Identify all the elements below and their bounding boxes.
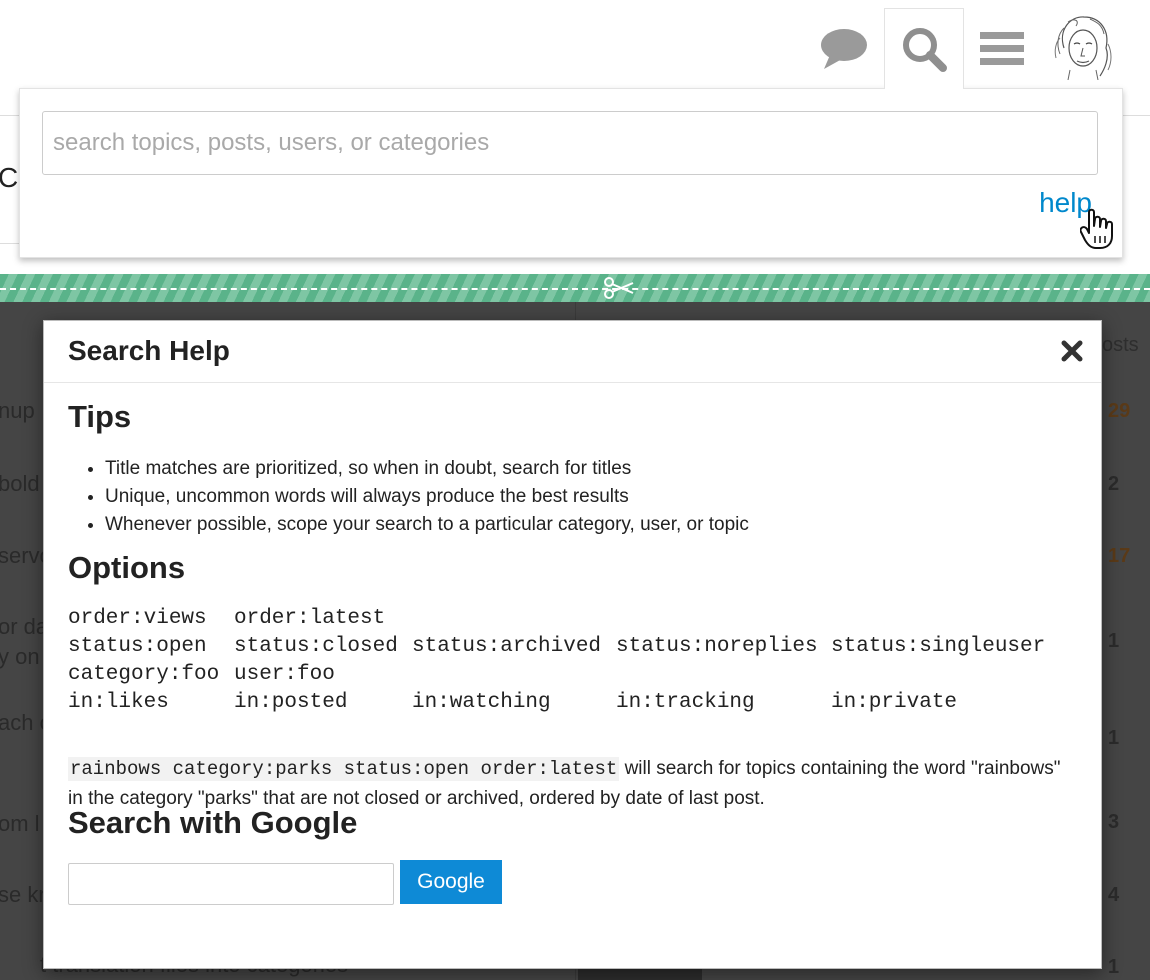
google-search-button[interactable]: Google bbox=[400, 860, 502, 904]
background-topic-fragment: bold bbox=[0, 471, 40, 496]
google-search-heading: Search with Google bbox=[68, 805, 358, 840]
search-option: in:likes bbox=[68, 691, 169, 714]
tips-list: Title matches are prioritized, so when i… bbox=[68, 455, 749, 539]
background-post-count: 1 bbox=[1108, 956, 1120, 978]
search-option: category:foo bbox=[68, 663, 220, 686]
close-icon[interactable] bbox=[1060, 339, 1084, 363]
search-option: status:closed bbox=[234, 635, 398, 658]
search-option: status:singleuser bbox=[831, 635, 1046, 658]
search-option: order:views bbox=[68, 607, 207, 630]
background-topic-fragment: or da bbox=[0, 614, 49, 639]
tip-item: Unique, uncommon words will always produ… bbox=[105, 483, 749, 511]
google-search-input[interactable] bbox=[68, 863, 394, 905]
background-divider bbox=[0, 115, 20, 116]
search-help-modal: Search Help Tips Title matches are prior… bbox=[43, 320, 1102, 969]
background-posts-header: osts bbox=[1102, 334, 1139, 356]
background-post-count: 2 bbox=[1108, 473, 1120, 495]
tips-heading: Tips bbox=[68, 399, 132, 434]
search-option: in:watching bbox=[412, 691, 551, 714]
background-divider bbox=[1122, 115, 1150, 116]
search-option: status:archived bbox=[412, 635, 602, 658]
search-option: in:private bbox=[831, 691, 958, 714]
search-option: in:posted bbox=[234, 691, 348, 714]
chat-bubble-icon[interactable] bbox=[814, 10, 874, 88]
example-query-code: rainbows category:parks status:open orde… bbox=[68, 757, 620, 781]
hand-pointer-cursor-icon bbox=[1079, 208, 1116, 255]
search-option: status:noreplies bbox=[616, 635, 818, 658]
background-post-count: 1 bbox=[1108, 630, 1120, 652]
background-topic-fragment: y on bbox=[0, 644, 40, 669]
search-option: status:open bbox=[68, 635, 207, 658]
tip-item: Title matches are prioritized, so when i… bbox=[105, 455, 749, 483]
background-topic-fragment: om l bbox=[0, 811, 40, 836]
background-post-count: 17 bbox=[1108, 545, 1131, 567]
modal-header: Search Help bbox=[44, 321, 1101, 383]
search-option: user:foo bbox=[234, 663, 335, 686]
background-post-count: 29 bbox=[1108, 400, 1131, 422]
background-post-count: 1 bbox=[1108, 727, 1120, 749]
search-icon[interactable] bbox=[884, 8, 964, 89]
search-dropdown-panel: help bbox=[19, 88, 1123, 258]
user-avatar[interactable] bbox=[1050, 14, 1116, 81]
site-header: Ca help bbox=[0, 0, 1150, 275]
options-heading: Options bbox=[68, 550, 186, 585]
cut-line bbox=[0, 288, 1150, 290]
background-topic-fragment: nup bbox=[0, 398, 35, 423]
search-option: in:tracking bbox=[616, 691, 755, 714]
search-option: order:latest bbox=[234, 607, 386, 630]
search-input[interactable] bbox=[42, 111, 1098, 175]
background-divider bbox=[0, 243, 20, 244]
hamburger-menu-icon[interactable] bbox=[972, 10, 1032, 88]
tip-item: Whenever possible, scope your search to … bbox=[105, 511, 749, 539]
background-post-count: 3 bbox=[1108, 811, 1120, 833]
modal-title: Search Help bbox=[68, 335, 230, 366]
scissors-icon bbox=[603, 277, 635, 304]
background-post-count: 4 bbox=[1108, 884, 1120, 906]
